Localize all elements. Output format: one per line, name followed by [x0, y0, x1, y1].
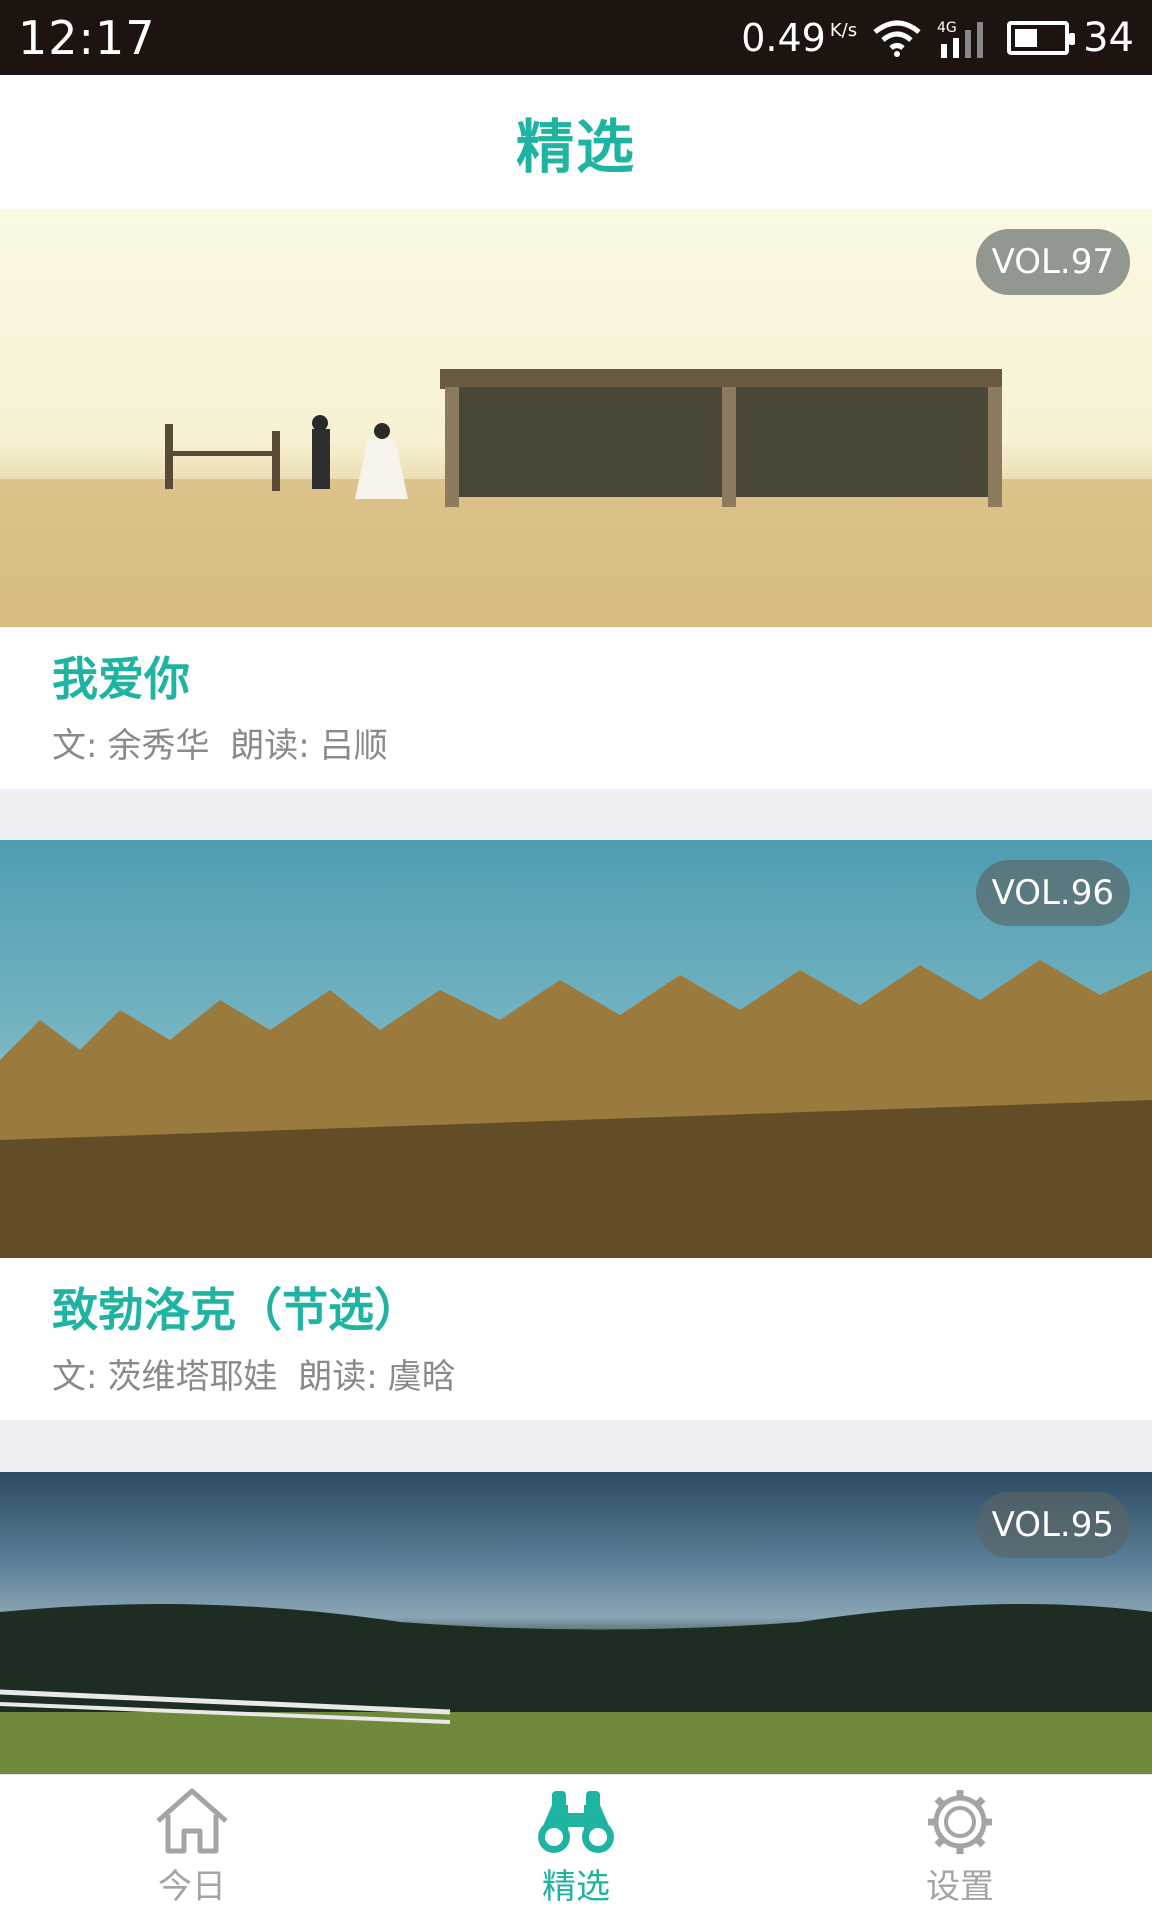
volume-badge: VOL.96	[975, 860, 1130, 926]
gear-icon	[928, 1790, 992, 1854]
svg-text:4G: 4G	[937, 20, 957, 36]
bottom-nav: 今日 精选 设置	[0, 1774, 1152, 1920]
card-cover-image[interactable]: VOL.97	[0, 209, 1152, 627]
home-icon	[156, 1788, 228, 1854]
page-title: 精选	[515, 113, 636, 181]
volume-badge: VOL.97	[975, 229, 1130, 295]
nav-item-today[interactable]: 今日	[92, 1787, 292, 1908]
feed-card[interactable]: VOL.97 我爱你 文: 余秀华 朗读: 吕顺	[0, 209, 1152, 789]
card-cover-image[interactable]: VOL.95	[0, 1472, 1152, 1774]
card-title[interactable]: 我爱你	[52, 647, 1100, 711]
nav-label: 设置	[926, 1867, 994, 1907]
cell-signal-icon: 4G	[937, 20, 984, 58]
reader-name: 吕顺	[319, 726, 388, 766]
binoculars-icon	[538, 1791, 614, 1853]
card-cover-image[interactable]: VOL.96	[0, 840, 1152, 1258]
status-indicators: 0.49 K/s 4G 34	[741, 15, 1134, 61]
volume-badge: VOL.95	[975, 1492, 1130, 1558]
feed-card[interactable]: VOL.96 致勃洛克（节选） 文: 茨维塔耶娃 朗读: 虞晗	[0, 840, 1152, 1420]
author-label: 文:	[52, 726, 98, 766]
reader-label: 朗读:	[230, 726, 310, 766]
author-label: 文:	[52, 1357, 98, 1397]
card-body[interactable]: 我爱你 文: 余秀华 朗读: 吕顺	[0, 627, 1152, 789]
reader-name: 虞晗	[387, 1357, 456, 1397]
network-speed: 0.49 K/s	[741, 16, 857, 60]
card-title[interactable]: 致勃洛克（节选）	[52, 1278, 1100, 1342]
card-body[interactable]: 致勃洛克（节选） 文: 茨维塔耶娃 朗读: 虞晗	[0, 1258, 1152, 1420]
nav-item-settings[interactable]: 设置	[860, 1787, 1060, 1908]
status-bar: 12:17 0.49 K/s 4G 34	[0, 0, 1152, 75]
card-meta: 文: 余秀华 朗读: 吕顺	[52, 723, 1100, 769]
nav-label: 精选	[542, 1867, 610, 1907]
author-name: 余秀华	[107, 726, 210, 766]
nav-label: 今日	[158, 1867, 226, 1907]
app-header: 精选	[0, 75, 1152, 209]
author-name: 茨维塔耶娃	[107, 1357, 278, 1397]
network-speed-value: 0.49	[741, 15, 826, 60]
wifi-icon	[873, 20, 921, 57]
battery-level: 34	[1083, 14, 1134, 61]
battery-icon	[1007, 20, 1076, 55]
network-speed-unit: K/s	[829, 19, 858, 41]
status-time: 12:17	[18, 10, 156, 65]
nav-item-featured[interactable]: 精选	[476, 1787, 676, 1908]
card-meta: 文: 茨维塔耶娃 朗读: 虞晗	[52, 1354, 1100, 1400]
reader-label: 朗读:	[298, 1357, 378, 1397]
feed-card[interactable]: VOL.95	[0, 1472, 1152, 1774]
